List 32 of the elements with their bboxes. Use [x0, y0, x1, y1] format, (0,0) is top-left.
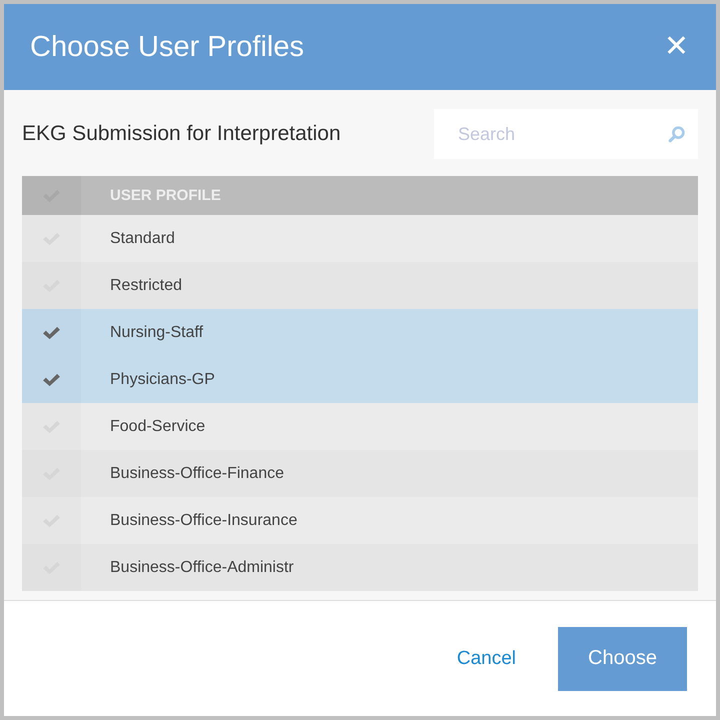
row-checkbox[interactable]: [22, 544, 81, 591]
row-checkbox[interactable]: [22, 497, 81, 544]
cancel-link[interactable]: Cancel: [456, 648, 516, 670]
row-checkbox[interactable]: [22, 262, 81, 309]
profile-name: Nursing-Staff: [110, 324, 204, 342]
profile-name: Restricted: [110, 276, 182, 294]
dialog-subtitle: EKG Submission for Interpretation: [22, 122, 341, 146]
row-checkbox[interactable]: [22, 215, 81, 262]
row-checkbox[interactable]: [22, 450, 81, 497]
profile-name: Business-Office-Finance: [110, 464, 284, 482]
search-icon: [668, 125, 686, 143]
row-checkbox[interactable]: [22, 309, 81, 356]
profile-name: Physicians-GP: [110, 370, 215, 388]
row-background[interactable]: Business-Office-Insurance: [81, 497, 698, 544]
row-checkbox[interactable]: [22, 403, 81, 450]
row-background[interactable]: Business-Office-Finance: [81, 450, 698, 497]
profile-name: Business-Office-Insurance: [110, 512, 298, 530]
dialog-title: Choose User Profiles: [30, 30, 304, 64]
select-all-checkbox[interactable]: [22, 176, 81, 215]
row-background[interactable]: Nursing-Staff: [81, 309, 698, 356]
row-background[interactable]: Business-Office-Administr: [81, 544, 698, 591]
row-background[interactable]: Food-Service: [81, 403, 698, 450]
profile-name: Standard: [110, 230, 175, 248]
profile-name: Business-Office-Administr: [110, 558, 294, 576]
search-field[interactable]: Search: [434, 109, 698, 159]
check-icon: [42, 325, 61, 340]
profile-name: Food-Service: [110, 418, 206, 436]
row-background[interactable]: Standard: [81, 215, 698, 262]
row-checkbox[interactable]: [22, 356, 81, 403]
row-background[interactable]: Restricted: [81, 262, 698, 309]
row-background[interactable]: Physicians-GP: [81, 356, 698, 403]
check-icon: [42, 372, 61, 387]
